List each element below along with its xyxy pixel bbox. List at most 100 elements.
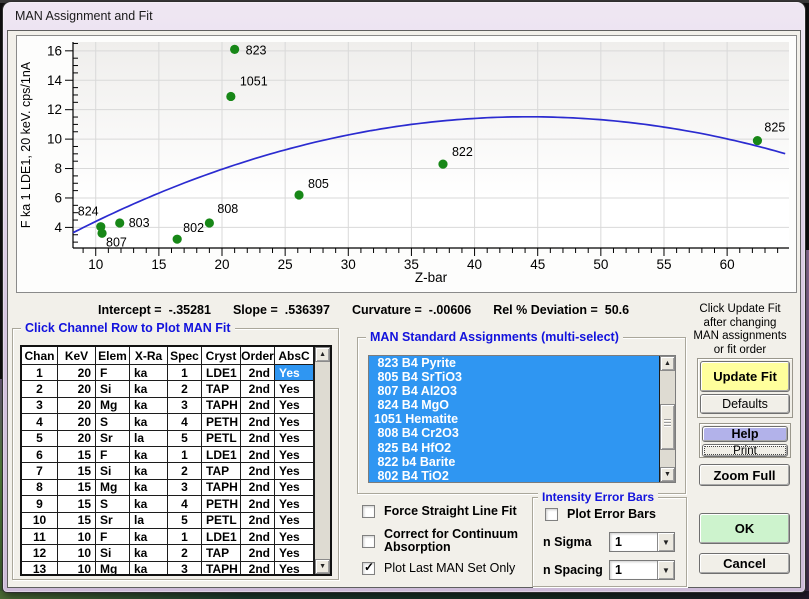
scroll-thumb[interactable] (660, 404, 675, 450)
table-cell: 1 (168, 447, 202, 462)
table-row[interactable]: 220Sika2TAP2ndYes (22, 381, 314, 397)
table-cell: 3 (168, 480, 202, 495)
table-cell: LDE1 (202, 365, 241, 380)
n-spacing-value: 1 (610, 561, 657, 579)
table-cell: 2nd (241, 447, 275, 462)
table-cell: la (130, 513, 168, 528)
table-cell: 15 (58, 447, 96, 462)
table-cell: Yes (275, 431, 314, 446)
table-cell: 15 (58, 513, 96, 528)
defaults-button[interactable]: Defaults (700, 394, 790, 414)
assignment-option[interactable]: 824 B4 MgO (369, 398, 659, 412)
assignment-option[interactable]: 825 B4 HfO2 (369, 441, 659, 455)
table-row[interactable]: 715Sika2TAP2ndYes (22, 463, 314, 479)
column-header: KeV (58, 347, 96, 364)
table-row[interactable]: 915Ska4PETH2ndYes (22, 496, 314, 512)
assignment-option[interactable]: 802 B4 TiO2 (369, 469, 659, 482)
assignment-option[interactable]: 807 B4 Al2O3 (369, 384, 659, 398)
table-cell: ka (130, 365, 168, 380)
ok-button[interactable]: OK (699, 513, 790, 544)
scroll-up-button[interactable]: ▲ (315, 347, 330, 362)
cancel-button[interactable]: Cancel (699, 553, 790, 574)
zoom-full-button[interactable]: Zoom Full (699, 464, 790, 486)
titlebar[interactable]: MAN Assignment and Fit (3, 2, 805, 29)
point-label-803: 803 (129, 216, 150, 230)
table-cell: Yes (275, 562, 314, 576)
table-cell: 20 (58, 414, 96, 429)
assignment-option[interactable]: 805 B4 SrTiO3 (369, 370, 659, 384)
table-cell: 3 (22, 398, 58, 413)
n-sigma-value: 1 (610, 533, 657, 551)
table-cell: Yes (275, 513, 314, 528)
update-fit-button[interactable]: Update Fit (700, 361, 790, 392)
table-cell: 1 (168, 529, 202, 544)
table-row[interactable]: 615Fka1LDE12ndYes (22, 447, 314, 463)
table-cell: 20 (58, 398, 96, 413)
assignment-option[interactable]: 808 B4 Cr2O3 (369, 426, 659, 440)
table-row[interactable]: 120Fka1LDE12ndYes (22, 365, 314, 381)
table-cell: Yes (275, 545, 314, 560)
table-row[interactable]: 1310Mgka3TAPH2ndYes (22, 562, 314, 576)
chevron-down-icon[interactable]: ▼ (657, 533, 674, 551)
column-header: Cryst (202, 347, 241, 364)
table-row[interactable]: 815Mgka3TAPH2ndYes (22, 480, 314, 496)
table-cell: Yes (275, 365, 314, 380)
table-cell: F (96, 365, 130, 380)
scroll-down-button[interactable]: ▼ (315, 559, 330, 574)
assignments-title: MAN Standard Assignments (multi-select) (366, 330, 623, 344)
svg-text:14: 14 (47, 73, 63, 88)
table-cell: Yes (275, 398, 314, 413)
assignment-option[interactable]: 822 b4 Barite (369, 455, 659, 469)
table-cell: Yes (275, 447, 314, 462)
table-row[interactable]: 520Srla5PETL2ndYes (22, 431, 314, 447)
table-cell: 10 (22, 513, 58, 528)
table-cell: ka (130, 398, 168, 413)
table-row[interactable]: 320Mgka3TAPH2ndYes (22, 398, 314, 414)
column-header: Chan (22, 347, 58, 364)
table-cell: Si (96, 545, 130, 560)
channel-table: ChanKeVElemX-RaSpecCrystOrderAbsC120Fka1… (20, 345, 332, 576)
n-spacing-label: n Spacing (543, 563, 609, 577)
column-header: Elem (96, 347, 130, 364)
table-row[interactable]: 420Ska4PETH2ndYes (22, 414, 314, 430)
assignment-option[interactable]: 1051 Hematite (369, 412, 659, 426)
table-cell: 2 (168, 545, 202, 560)
table-cell: 3 (168, 398, 202, 413)
table-row[interactable]: 1210Sika2TAP2ndYes (22, 545, 314, 561)
scroll-down-button[interactable]: ▼ (660, 467, 675, 482)
n-sigma-select[interactable]: 1 ▼ (609, 532, 675, 552)
table-row[interactable]: 1110Fka1LDE12ndYes (22, 529, 314, 545)
table-cell: ka (130, 545, 168, 560)
scroll-track[interactable] (660, 371, 675, 467)
plot-error-bars-checkbox[interactable]: ✓ (545, 508, 558, 521)
assignments-list: 823 B4 Pyrite 805 B4 SrTiO3 807 B4 Al2O3… (368, 355, 676, 483)
help-button[interactable]: Help (702, 426, 788, 442)
table-row[interactable]: 1015Srla5PETL2ndYes (22, 513, 314, 529)
column-header: Spec (168, 347, 202, 364)
table-cell: S (96, 496, 130, 511)
dialog-client-area: 1015202530354045505560468101214168231051… (7, 30, 801, 588)
svg-text:4: 4 (54, 220, 62, 235)
table-cell: ka (130, 562, 168, 576)
scroll-up-button[interactable]: ▲ (660, 356, 675, 371)
n-spacing-row: n Spacing 1 ▼ (543, 560, 675, 580)
table-cell: Yes (275, 480, 314, 495)
table-cell: F (96, 447, 130, 462)
force-straight-line-checkbox[interactable]: ✓ (362, 505, 375, 518)
print-button[interactable]: Print (702, 444, 788, 457)
svg-text:10: 10 (47, 132, 62, 147)
assignment-option[interactable]: 823 B4 Pyrite (369, 356, 659, 370)
update-fit-frame: Update Fit Defaults (697, 358, 793, 418)
table-cell: 1 (168, 365, 202, 380)
scroll-track[interactable] (315, 362, 330, 559)
y-axis-label: F ka 1 LDE1, 20 keV. cps/1nA (19, 61, 33, 228)
plot-error-bars-checkbox-row: ✓ Plot Error Bars (545, 508, 656, 521)
continuum-absorption-checkbox[interactable]: ✓ (362, 535, 375, 548)
plot-last-man-set-checkbox[interactable]: ✓ (362, 562, 375, 575)
table-cell: 10 (58, 545, 96, 560)
n-spacing-select[interactable]: 1 ▼ (609, 560, 675, 580)
table-cell: TAPH (202, 480, 241, 495)
chevron-down-icon[interactable]: ▼ (657, 561, 674, 579)
svg-text:25: 25 (278, 257, 293, 272)
table-cell: Yes (275, 529, 314, 544)
